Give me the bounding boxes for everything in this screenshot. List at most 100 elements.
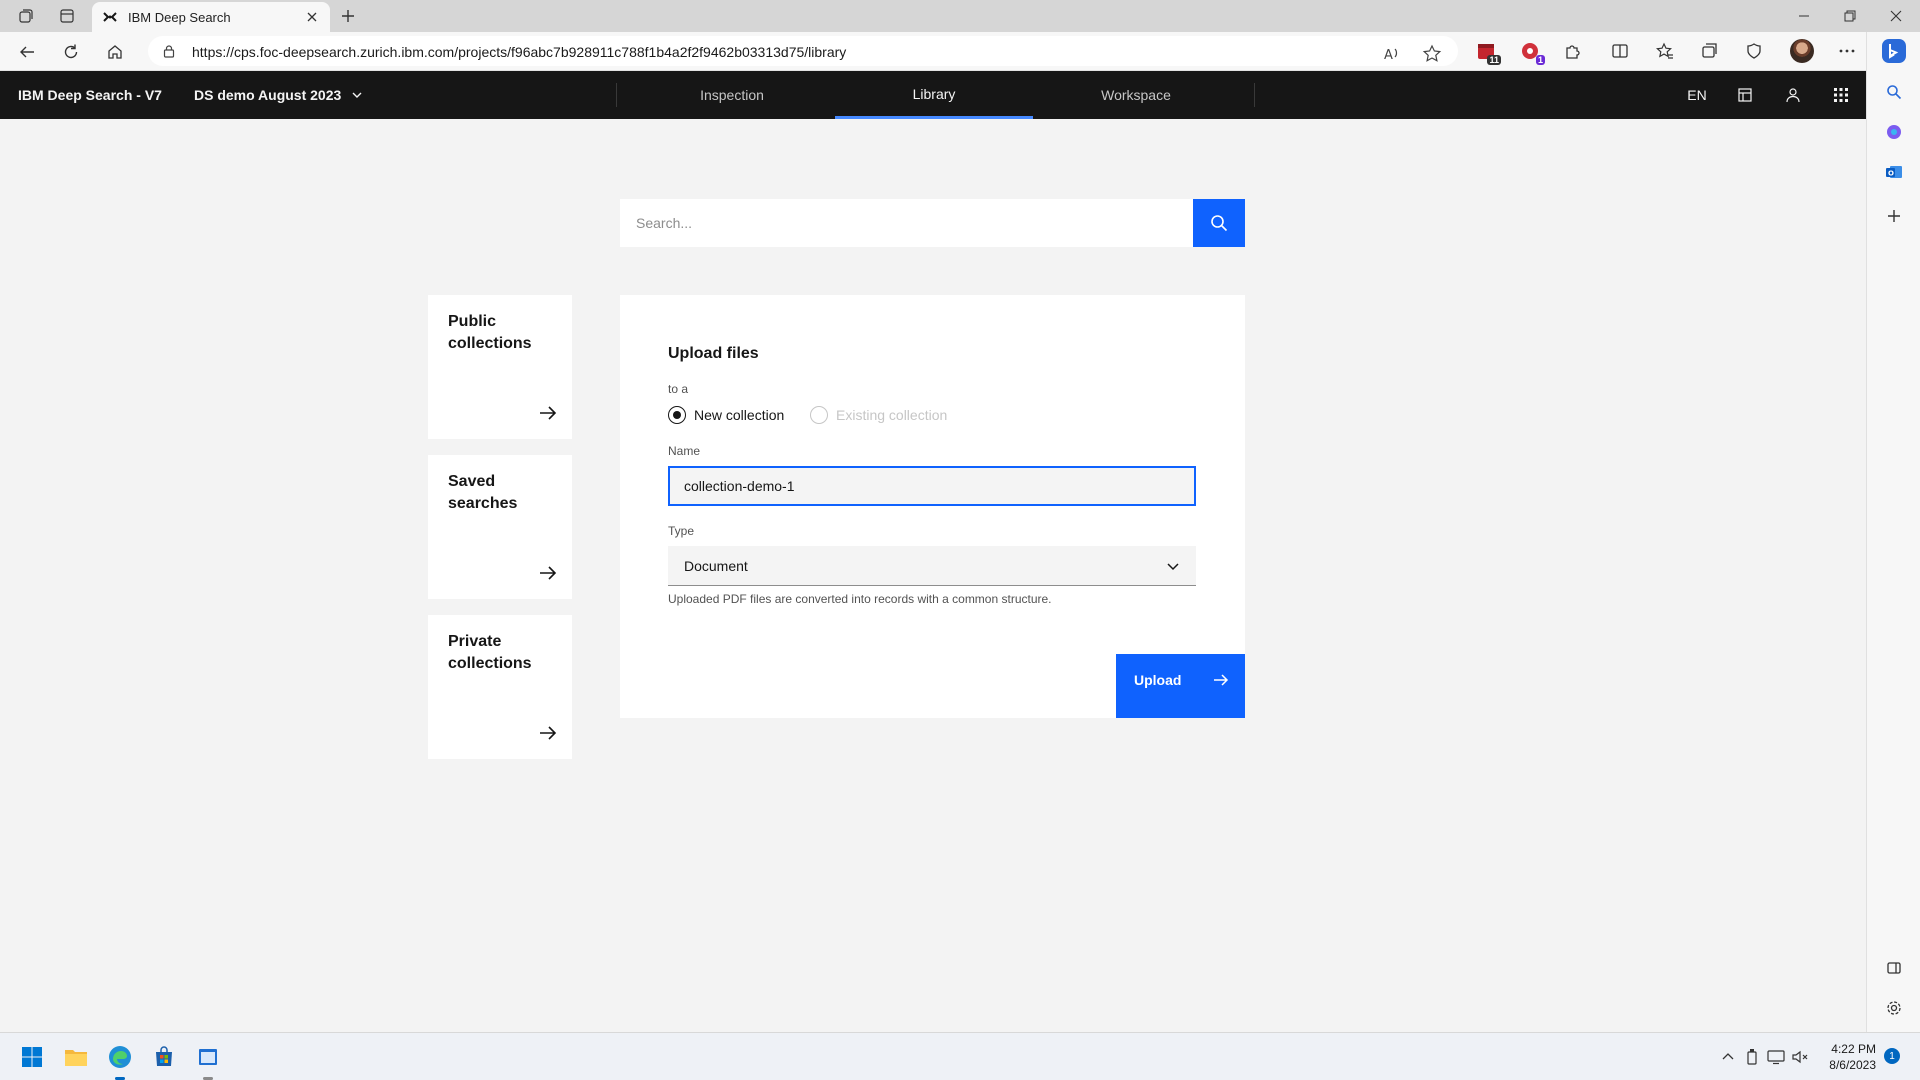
add-sidebar-app-icon[interactable]	[1884, 206, 1904, 226]
browser-essentials-icon[interactable]	[1743, 40, 1765, 62]
deep-search-favicon-icon	[103, 12, 117, 22]
library-search	[620, 199, 1245, 247]
arrow-right-icon	[540, 406, 557, 420]
type-helper-text: Uploaded PDF files are converted into re…	[668, 592, 1052, 606]
arrow-right-icon	[1214, 674, 1229, 686]
divider	[616, 83, 617, 107]
extension-calendar-icon[interactable]: 11	[1475, 40, 1501, 65]
tab-workspace[interactable]: Workspace	[1037, 71, 1235, 119]
profile-avatar[interactable]	[1790, 39, 1814, 63]
extension-badge: 1	[1535, 55, 1545, 65]
file-explorer-icon[interactable]	[64, 1045, 88, 1069]
extensions-puzzle-icon[interactable]	[1562, 40, 1584, 62]
tab-library[interactable]: Library	[835, 71, 1033, 119]
split-screen-icon[interactable]	[1609, 40, 1631, 62]
app-header: IBM Deep Search - V7 DS demo August 2023…	[0, 71, 1866, 119]
windows-taskbar: 4:22 PM 8/6/2023 1	[0, 1032, 1920, 1080]
edge-side-panel: O	[1866, 32, 1920, 1032]
app-window-icon[interactable]	[196, 1045, 220, 1069]
workspaces-icon[interactable]	[16, 6, 36, 26]
browser-address-bar: https://cps.foc-deepsearch.zurich.ibm.co…	[0, 32, 1920, 71]
refresh-icon[interactable]	[60, 41, 82, 63]
card-label: Saved searches	[448, 473, 518, 512]
search-input[interactable]	[620, 199, 1193, 247]
tab-title: IBM Deep Search	[128, 9, 231, 25]
url-text: https://cps.foc-deepsearch.zurich.ibm.co…	[192, 44, 847, 60]
edge-browser-icon[interactable]	[108, 1045, 132, 1069]
name-label: Name	[668, 444, 701, 458]
browser-tab-bar: IBM Deep Search	[0, 0, 1920, 32]
sidebar-settings-icon[interactable]	[1884, 998, 1904, 1018]
radio-selected-icon	[668, 406, 686, 424]
svg-text:O: O	[1888, 170, 1894, 178]
close-window-icon[interactable]	[1884, 4, 1908, 28]
upload-panel-title: Upload files	[668, 345, 759, 362]
to-a-label: to a	[668, 382, 689, 396]
user-icon[interactable]	[1769, 71, 1817, 119]
app-switcher-icon[interactable]	[1817, 71, 1865, 119]
favorites-icon[interactable]	[1654, 40, 1676, 62]
tab-inspection[interactable]: Inspection	[633, 71, 831, 119]
hide-sidebar-icon[interactable]	[1884, 958, 1904, 978]
notebook-icon[interactable]	[1721, 71, 1769, 119]
new-tab-icon[interactable]	[338, 6, 358, 26]
collection-name-input[interactable]	[668, 466, 1196, 506]
type-selected-value: Document	[684, 557, 748, 574]
tools-sidebar-icon[interactable]	[1884, 122, 1904, 142]
radio-unselected-icon	[810, 406, 828, 424]
tab-actions-icon[interactable]	[57, 6, 77, 26]
radio-existing-collection[interactable]: Existing collection	[810, 406, 947, 424]
close-tab-icon[interactable]	[304, 9, 320, 25]
type-select[interactable]: Document	[668, 546, 1196, 586]
radio-new-label: New collection	[694, 407, 785, 423]
type-label: Type	[668, 524, 695, 538]
chevron-down-icon	[352, 92, 362, 98]
url-field[interactable]: https://cps.foc-deepsearch.zurich.ibm.co…	[148, 36, 1458, 66]
project-selector[interactable]: DS demo August 2023	[194, 87, 363, 103]
private-collections-card[interactable]: Private collections	[428, 615, 572, 759]
search-sidebar-icon[interactable]	[1884, 82, 1904, 102]
radio-existing-label: Existing collection	[836, 407, 948, 423]
battery-usb-icon[interactable]	[1740, 1045, 1764, 1069]
browser-tab-active[interactable]: IBM Deep Search	[92, 2, 330, 32]
show-hidden-icons-icon[interactable]	[1716, 1045, 1740, 1069]
upload-button-label: Upload	[1134, 672, 1182, 688]
card-label: Public collections	[448, 313, 532, 352]
radio-new-collection[interactable]: New collection	[668, 406, 784, 424]
search-icon	[1211, 215, 1228, 232]
language-switch[interactable]: EN	[1673, 71, 1721, 119]
lock-icon[interactable]	[162, 44, 176, 58]
more-options-icon[interactable]	[1836, 40, 1858, 62]
favorite-star-icon[interactable]	[1422, 44, 1442, 64]
divider	[1254, 83, 1255, 107]
windows-start-icon[interactable]	[20, 1045, 44, 1069]
network-icon[interactable]	[1764, 1045, 1788, 1069]
bing-copilot-icon[interactable]	[1881, 38, 1907, 64]
outlook-icon[interactable]: O	[1884, 162, 1904, 182]
app-brand[interactable]: IBM Deep Search - V7	[18, 87, 162, 103]
microsoft-store-icon[interactable]	[152, 1045, 176, 1069]
saved-searches-card[interactable]: Saved searches	[428, 455, 572, 599]
arrow-right-icon	[540, 726, 557, 740]
extension-badge: 11	[1487, 55, 1501, 65]
home-icon[interactable]	[104, 41, 126, 63]
card-label: Private collections	[448, 633, 532, 672]
clock-time: 4:22 PM	[1831, 1042, 1876, 1056]
public-collections-card[interactable]: Public collections	[428, 295, 572, 439]
minimize-icon[interactable]	[1792, 4, 1816, 28]
upload-files-panel: Upload files to a New collection Existin…	[620, 295, 1245, 718]
project-name: DS demo August 2023	[194, 87, 342, 103]
upload-button[interactable]: Upload	[1116, 654, 1245, 718]
restore-icon[interactable]	[1838, 4, 1862, 28]
notification-badge[interactable]: 1	[1884, 1048, 1900, 1064]
taskbar-clock[interactable]: 4:22 PM 8/6/2023	[1800, 1041, 1876, 1073]
back-icon[interactable]	[16, 41, 38, 63]
extension-red-icon[interactable]: 1	[1519, 40, 1545, 65]
arrow-right-icon	[540, 566, 557, 580]
read-aloud-icon[interactable]: A	[1382, 44, 1402, 64]
clock-date: 8/6/2023	[1829, 1058, 1876, 1072]
chevron-down-icon	[1167, 562, 1179, 570]
svg-text:A: A	[1384, 48, 1393, 63]
collections-icon[interactable]	[1699, 40, 1721, 62]
search-button[interactable]	[1193, 199, 1245, 247]
